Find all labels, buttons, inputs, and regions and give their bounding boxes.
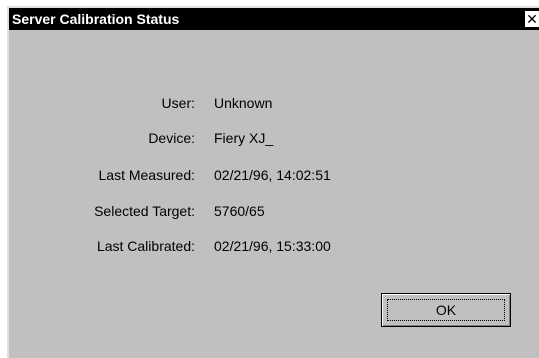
user-value: Unknown bbox=[214, 95, 273, 111]
close-button[interactable]: ✕ bbox=[525, 11, 539, 27]
selected-target-value: 5760/65 bbox=[214, 203, 265, 219]
selected-target-row: Selected Target: 5760/65 bbox=[9, 201, 539, 221]
last-measured-value: 02/21/96, 14:02:51 bbox=[214, 167, 331, 183]
device-row: Device: Fiery XJ_ bbox=[9, 128, 539, 148]
close-icon: ✕ bbox=[526, 11, 538, 27]
last-measured-label: Last Measured: bbox=[98, 167, 196, 183]
device-value: Fiery XJ_ bbox=[214, 130, 274, 146]
ok-button[interactable]: OK bbox=[381, 293, 511, 327]
last-calibrated-row: Last Calibrated: 02/21/96, 15:33:00 bbox=[9, 236, 539, 256]
calibration-status-dialog: Server Calibration Status ✕ User: Unknow… bbox=[7, 6, 539, 358]
user-row: User: Unknown bbox=[9, 93, 539, 113]
window-title: Server Calibration Status bbox=[12, 11, 180, 27]
title-bar[interactable]: Server Calibration Status ✕ bbox=[9, 8, 539, 30]
last-calibrated-value: 02/21/96, 15:33:00 bbox=[214, 238, 331, 254]
last-measured-row: Last Measured: 02/21/96, 14:02:51 bbox=[9, 165, 539, 185]
last-calibrated-label: Last Calibrated: bbox=[96, 238, 195, 254]
selected-target-label: Selected Target: bbox=[94, 203, 195, 219]
ok-button-label: OK bbox=[387, 299, 505, 321]
device-label: Device: bbox=[148, 130, 195, 146]
user-label: User: bbox=[161, 95, 195, 111]
